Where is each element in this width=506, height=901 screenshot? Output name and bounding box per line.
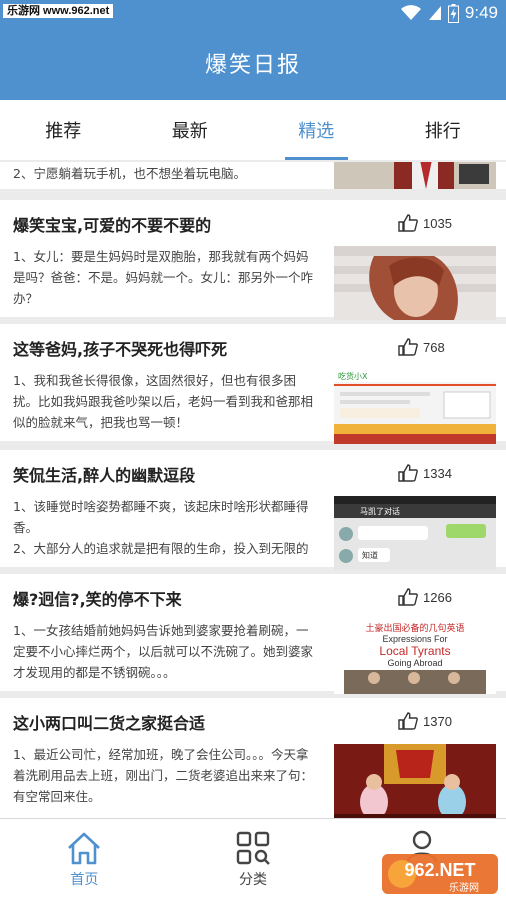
joke-title[interactable]: 爆笑宝宝,可爱的不要不要的 xyxy=(13,212,211,236)
thumb-brand: 吃货小X xyxy=(338,371,368,381)
joke-title[interactable]: 笑侃生活,醉人的幽默逗段 xyxy=(13,462,195,486)
like-count: 1334 xyxy=(423,466,452,481)
joke-text: 1、一女孩结婚前她妈妈告诉她到婆家要抢着刷碗，一定要不小心摔烂两个，以后就可以不… xyxy=(13,620,319,683)
tab-recommend[interactable]: 推荐 xyxy=(0,100,127,160)
app-bar: 爆笑日报 xyxy=(0,26,506,100)
joke-thumbnail: 土豪出国必备的几句英语Expressions ForLocal TyrantsG… xyxy=(334,620,496,694)
like-count: 1035 xyxy=(423,216,452,231)
joke-text: 1、我和我爸长得很像，这固然很好，但也有很多困扰。比如我妈跟我爸吵架以后，老妈一… xyxy=(13,370,319,433)
nav-home[interactable]: 首页 xyxy=(0,819,169,901)
nav-home-label: 首页 xyxy=(70,869,98,889)
status-icons: 9:49 xyxy=(400,2,498,24)
status-time: 9:49 xyxy=(465,3,498,23)
joke-thumbnail: 马凯了对话知道 xyxy=(334,496,496,570)
joke-thumbnail xyxy=(334,246,496,320)
thumb-caption-2: Expressions For xyxy=(382,634,447,644)
thumb-chat-title: 马凯了对话 xyxy=(360,506,400,516)
joke-feed[interactable]: 2、宁愿躺着玩手机，也不想坐着玩电脑。 爆笑宝宝,可爱的不要不要的 1035 1… xyxy=(0,162,506,818)
thumbs-up-icon xyxy=(398,214,418,232)
joke-text: 1、最近公司忙，经常加班，晚了会住公司。。。今天拿着洗刷用品去上班，刚出门，二货… xyxy=(13,744,319,807)
like-button[interactable]: 1334 xyxy=(398,464,452,482)
list-item[interactable]: 2、宁愿躺着玩手机，也不想坐着玩电脑。 xyxy=(0,162,506,189)
list-item[interactable]: 爆笑宝宝,可爱的不要不要的 1035 1、女儿：要是生妈妈时是双胞胎，那我就有两… xyxy=(0,200,506,317)
svg-text:962.NET: 962.NET xyxy=(404,860,475,880)
joke-thumbnail xyxy=(334,162,496,189)
signal-icon xyxy=(428,5,442,21)
list-item[interactable]: 笑侃生活,醉人的幽默逗段 1334 1、该睡觉时啥姿势都睡不爽，该起床时啥形状都… xyxy=(0,450,506,567)
like-count: 1266 xyxy=(423,590,452,605)
like-count: 1370 xyxy=(423,714,452,729)
tab-featured[interactable]: 精选 xyxy=(253,100,380,160)
home-icon xyxy=(66,831,102,865)
battery-icon xyxy=(448,4,459,23)
joke-thumbnail xyxy=(334,744,496,818)
like-button[interactable]: 1266 xyxy=(398,588,452,606)
tab-bar: 推荐 最新 精选 排行 xyxy=(0,100,506,160)
tab-latest[interactable]: 最新 xyxy=(127,100,254,160)
joke-title[interactable]: 这等爸妈,孩子不哭死也得吓死 xyxy=(13,336,227,360)
site-logo: 962.NET 乐游网 xyxy=(380,850,500,896)
like-button[interactable]: 1370 xyxy=(398,712,452,730)
status-bar: 乐游网 www.962.net 9:49 xyxy=(0,0,506,26)
list-item[interactable]: 这小两口叫二货之家挺合适 1370 1、最近公司忙，经常加班，晚了会住公司。。。… xyxy=(0,698,506,818)
joke-text: 1、该睡觉时啥姿势都睡不爽，该起床时啥形状都睡得香。 2、大部分人的追求就是把有… xyxy=(13,496,319,559)
grid-icon xyxy=(236,831,270,865)
joke-text: 2、宁愿躺着玩手机，也不想坐着玩电脑。 xyxy=(13,163,319,184)
thumbs-up-icon xyxy=(398,464,418,482)
joke-thumbnail: 吃货小X xyxy=(334,370,496,444)
joke-title[interactable]: 这小两口叫二货之家挺合适 xyxy=(13,710,205,734)
thumb-chat-bubble: 知道 xyxy=(362,550,378,560)
list-item[interactable]: 爆?迥信?,笑的停不下来 1266 1、一女孩结婚前她妈妈告诉她到婆家要抢着刷碗… xyxy=(0,574,506,691)
svg-text:乐游网: 乐游网 xyxy=(449,881,479,894)
thumb-caption-3: Local Tyrants xyxy=(379,644,450,658)
thumb-caption-4: Going Abroad xyxy=(387,658,442,668)
list-item[interactable]: 这等爸妈,孩子不哭死也得吓死 768 1、我和我爸长得很像，这固然很好，但也有很… xyxy=(0,324,506,441)
wifi-icon xyxy=(400,5,422,21)
thumb-caption-1: 土豪出国必备的几句英语 xyxy=(365,622,464,634)
joke-text: 1、女儿：要是生妈妈时是双胞胎，那我就有两个妈妈是吗？爸爸：不是。妈妈就一个。女… xyxy=(13,246,319,309)
app-title: 爆笑日报 xyxy=(205,47,301,79)
joke-title[interactable]: 爆?迥信?,笑的停不下来 xyxy=(13,586,182,610)
thumbs-up-icon xyxy=(398,588,418,606)
watermark: 乐游网 www.962.net xyxy=(3,4,113,18)
thumbs-up-icon xyxy=(398,712,418,730)
like-count: 768 xyxy=(423,340,445,355)
like-button[interactable]: 768 xyxy=(398,338,445,356)
like-button[interactable]: 1035 xyxy=(398,214,452,232)
thumbs-up-icon xyxy=(398,338,418,356)
nav-category[interactable]: 分类 xyxy=(169,819,338,901)
tab-ranking[interactable]: 排行 xyxy=(380,100,506,160)
nav-category-label: 分类 xyxy=(239,869,267,889)
